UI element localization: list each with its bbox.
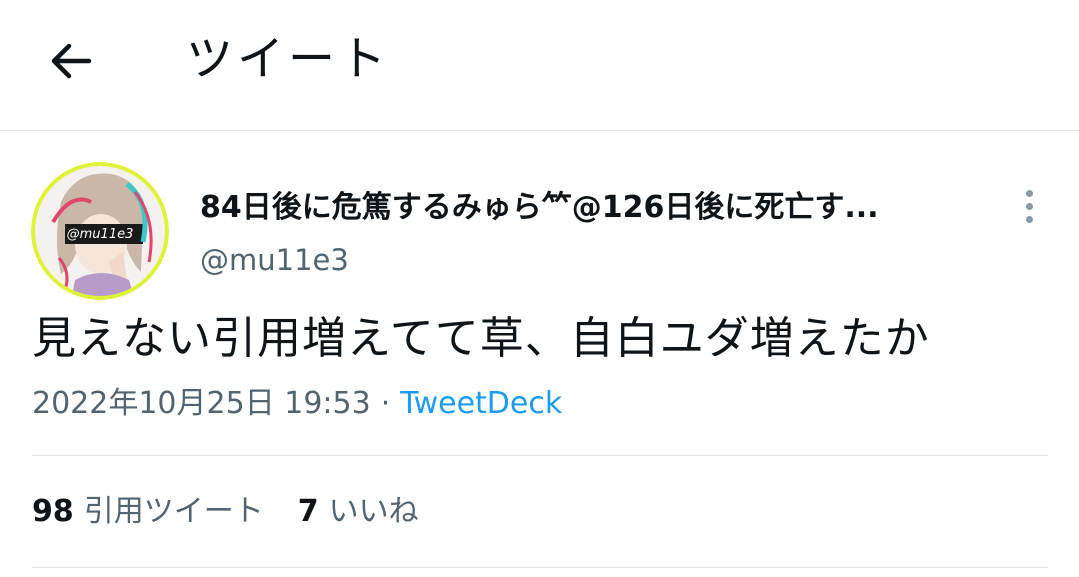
- avatar-watermark: @mu11e3: [67, 227, 134, 242]
- like-label: いいね: [328, 494, 419, 529]
- back-button[interactable]: [46, 38, 96, 84]
- quote-tweets-stat[interactable]: 98 引用ツイート: [32, 490, 264, 534]
- more-options-button[interactable]: [1012, 184, 1046, 228]
- likes-stat[interactable]: 7 いいね: [298, 490, 419, 534]
- tweet-meta: 2022年10月25日 19:53 · TweetDeck: [32, 382, 562, 426]
- quote-count: 98: [32, 494, 74, 529]
- tweet-timestamp[interactable]: 2022年10月25日 19:53: [32, 386, 371, 421]
- user-handle[interactable]: @mu11e3: [200, 238, 349, 282]
- top-bar: ツイート: [0, 0, 1079, 131]
- more-dot: [1025, 202, 1033, 210]
- quote-label: 引用ツイート: [83, 494, 264, 529]
- display-name[interactable]: 84日後に危篤するみゅら𥫗@126日後に死亡す...: [200, 186, 879, 230]
- more-dot: [1025, 215, 1033, 223]
- avatar-image: @mu11e3: [31, 162, 169, 300]
- divider: [32, 567, 1048, 568]
- page-title: ツイート: [186, 32, 390, 87]
- meta-separator: ·: [380, 386, 391, 421]
- avatar[interactable]: @mu11e3: [31, 162, 169, 300]
- back-arrow-icon: [51, 43, 92, 79]
- like-count: 7: [297, 494, 319, 529]
- tweet-source-link[interactable]: TweetDeck: [400, 386, 562, 421]
- tweet-text: 見えない引用増えてて草、自白ユダ増えたか: [32, 313, 930, 364]
- divider: [32, 455, 1048, 456]
- tweet-stats: 98 引用ツイート 7 いいね: [32, 490, 419, 534]
- more-dots-icon: [1025, 189, 1033, 197]
